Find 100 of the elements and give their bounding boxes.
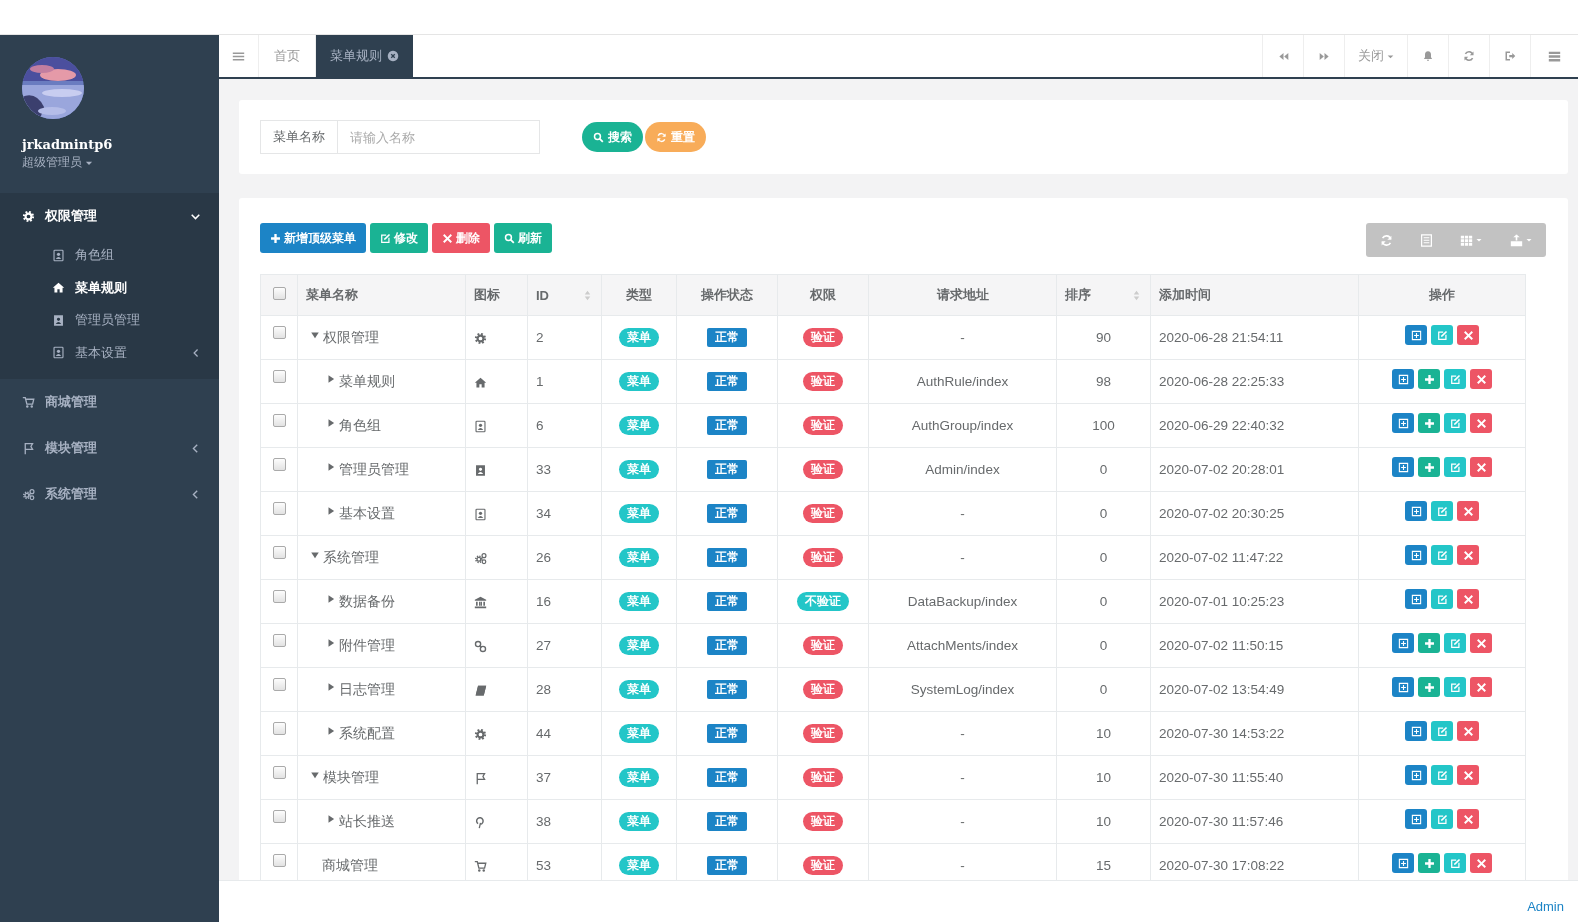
edit-button[interactable] [1431, 589, 1453, 610]
edit-button[interactable] [1431, 501, 1453, 522]
column-header[interactable]: 类型 [601, 274, 677, 316]
add-menu-button[interactable]: 新增顶级菜单 [260, 223, 366, 253]
row-checkbox[interactable] [272, 766, 286, 779]
edit-button[interactable] [1431, 325, 1453, 346]
edit-button[interactable] [1444, 633, 1466, 654]
menu-item[interactable]: 系统管理 [0, 471, 219, 517]
edit-button[interactable] [1444, 677, 1466, 698]
view-button[interactable] [1405, 721, 1427, 742]
edit-button[interactable] [1444, 369, 1466, 390]
submenu-item[interactable]: 菜单规则 [0, 271, 219, 304]
expand-arrow-icon[interactable] [326, 417, 336, 428]
view-button[interactable] [1392, 369, 1414, 390]
view-button[interactable] [1392, 853, 1414, 874]
delete-button[interactable] [1457, 501, 1479, 522]
expand-arrow-icon[interactable] [326, 681, 336, 692]
submenu-item[interactable]: 基本设置 [0, 336, 219, 369]
row-checkbox[interactable] [272, 634, 286, 647]
page-tab[interactable]: 菜单规则 [315, 35, 413, 77]
add-child-button[interactable] [1418, 413, 1440, 434]
view-button[interactable] [1405, 809, 1427, 830]
view-button[interactable] [1405, 545, 1427, 566]
view-button[interactable] [1392, 457, 1414, 478]
expand-arrow-icon[interactable] [326, 813, 336, 824]
view-button[interactable] [1405, 589, 1427, 610]
menu-item[interactable]: 商城管理 [0, 379, 219, 425]
edit-button[interactable] [1431, 545, 1453, 566]
edit-button[interactable] [1431, 721, 1453, 742]
view-button[interactable] [1392, 633, 1414, 654]
column-header[interactable]: 菜单名称 [297, 274, 466, 316]
delete-button[interactable] [1457, 325, 1479, 346]
edit-button[interactable] [1431, 809, 1453, 830]
menu-item[interactable]: 权限管理 [0, 193, 219, 239]
row-checkbox[interactable] [272, 458, 286, 471]
add-child-button[interactable] [1418, 369, 1440, 390]
row-checkbox[interactable] [272, 370, 286, 383]
row-checkbox[interactable] [272, 414, 286, 427]
row-checkbox[interactable] [272, 722, 286, 735]
delete-button[interactable] [1457, 545, 1479, 566]
column-header[interactable]: 图标 [465, 274, 528, 316]
edit-button[interactable]: 修改 [370, 223, 428, 253]
delete-button[interactable] [1470, 853, 1492, 874]
view-button[interactable] [1392, 677, 1414, 698]
expand-arrow-icon[interactable] [326, 505, 336, 516]
select-all-checkbox[interactable] [272, 287, 286, 300]
delete-button[interactable]: 删除 [432, 223, 490, 253]
expand-arrow-icon[interactable] [326, 593, 336, 604]
add-child-button[interactable] [1418, 457, 1440, 478]
view-button[interactable] [1405, 501, 1427, 522]
add-child-button[interactable] [1418, 853, 1440, 874]
row-checkbox[interactable] [272, 678, 286, 691]
close-icon[interactable] [387, 50, 399, 62]
view-button[interactable] [1405, 765, 1427, 786]
row-checkbox[interactable] [272, 546, 286, 559]
view-button[interactable] [1392, 413, 1414, 434]
delete-button[interactable] [1457, 721, 1479, 742]
expand-arrow-icon[interactable] [326, 725, 336, 736]
row-checkbox[interactable] [272, 590, 286, 603]
column-header[interactable]: ID [527, 274, 602, 316]
expand-arrow-icon[interactable] [326, 461, 336, 472]
add-child-button[interactable] [1418, 633, 1440, 654]
auth-badge: 验证 [803, 504, 843, 523]
row-checkbox[interactable] [272, 326, 286, 339]
edit-button[interactable] [1431, 765, 1453, 786]
row-checkbox[interactable] [272, 502, 286, 515]
menu-name: 权限管理 [323, 328, 379, 347]
row-checkbox[interactable] [272, 810, 286, 823]
search-button[interactable]: 搜索 [582, 122, 643, 152]
column-header[interactable]: 排序 [1056, 274, 1151, 316]
menu-item[interactable]: 模块管理 [0, 425, 219, 471]
column-header[interactable]: 操作状态 [676, 274, 778, 316]
submenu-item[interactable]: 管理员管理 [0, 304, 219, 337]
expand-arrow-icon[interactable] [326, 373, 336, 384]
column-header[interactable]: 权限 [777, 274, 869, 316]
edit-button[interactable] [1444, 457, 1466, 478]
delete-button[interactable] [1470, 457, 1492, 478]
delete-button[interactable] [1470, 369, 1492, 390]
delete-button[interactable] [1470, 413, 1492, 434]
delete-button[interactable] [1457, 809, 1479, 830]
edit-button[interactable] [1444, 413, 1466, 434]
delete-button[interactable] [1457, 765, 1479, 786]
column-header[interactable]: 添加时间 [1150, 274, 1359, 316]
submenu-item[interactable]: 角色组 [0, 239, 219, 272]
column-header[interactable]: 操作 [1358, 274, 1526, 316]
row-checkbox[interactable] [272, 854, 286, 867]
table-cell: 2020-07-30 11:55:40 [1159, 770, 1284, 785]
column-header[interactable]: 请求地址 [868, 274, 1057, 316]
search-field[interactable]: 请输入名称 [338, 120, 540, 154]
user-role-dropdown[interactable]: 超级管理员 [22, 154, 94, 171]
close-icon [1462, 769, 1474, 781]
delete-button[interactable] [1457, 589, 1479, 610]
expand-arrow-icon[interactable] [326, 637, 336, 648]
delete-button[interactable] [1470, 633, 1492, 654]
edit-button[interactable] [1444, 853, 1466, 874]
view-button[interactable] [1405, 325, 1427, 346]
close-tabs-dropdown[interactable]: 关闭 [1344, 35, 1407, 77]
delete-button[interactable] [1470, 677, 1492, 698]
refresh-button[interactable]: 刷新 [494, 223, 552, 253]
add-child-button[interactable] [1418, 677, 1440, 698]
